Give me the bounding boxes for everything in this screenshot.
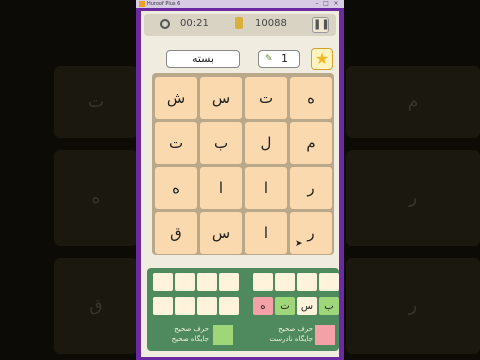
grid-cell[interactable]: س [200, 212, 242, 254]
background-letter: ق [89, 296, 103, 316]
grid-cell[interactable]: ا [200, 167, 242, 209]
empty-slot [175, 297, 195, 315]
background-letter: ت [87, 92, 104, 112]
background-letter: م [407, 92, 419, 112]
answer-slot: س [297, 297, 317, 315]
answer-slot: ه [253, 297, 273, 315]
grid-cell[interactable]: ت [245, 77, 287, 119]
empty-slot [253, 273, 273, 291]
background-tile: ه [54, 150, 136, 246]
minimize-icon[interactable]: – [314, 1, 320, 7]
app-window: Huroof Plus 6 – □ × 00:21 10088 ❚❚ بسته … [136, 0, 344, 360]
game-area: 00:21 10088 ❚❚ بسته ✎ 1 ★ ه ت س ش م ل ب … [141, 11, 339, 357]
legend-wrong-position: جایگاه نادرست [269, 335, 313, 343]
background-tile: م [346, 66, 480, 138]
background-tile: ر [346, 150, 480, 246]
background-left: ت ه ق [0, 0, 136, 360]
empty-slot [219, 273, 239, 291]
grid-cell[interactable]: م [290, 122, 332, 164]
grid-cell[interactable]: ا [245, 167, 287, 209]
hint-count: 1 [281, 52, 288, 65]
legend-pink-swatch [315, 325, 335, 345]
legend-correct-letter: حرف صحیح [278, 325, 313, 333]
key-icon: ✎ [265, 54, 273, 64]
clock-icon [160, 19, 170, 29]
grid-cell[interactable]: ق [155, 212, 197, 254]
empty-slot [275, 273, 295, 291]
empty-slot [153, 297, 173, 315]
empty-slot [153, 273, 173, 291]
grid-cell[interactable]: ل [245, 122, 287, 164]
grid-cell[interactable]: ه [155, 167, 197, 209]
hint-counter[interactable]: ✎ 1 [258, 50, 300, 68]
empty-slot [219, 297, 239, 315]
empty-slot [297, 273, 317, 291]
coin-count: 10088 [255, 18, 287, 29]
app-icon [139, 1, 145, 7]
pause-button[interactable]: ❚❚ [312, 17, 330, 33]
background-tile: ت [54, 66, 136, 138]
grid-cell[interactable]: ا [245, 212, 287, 254]
maximize-icon[interactable]: □ [323, 1, 329, 7]
letter-grid: ه ت س ش م ل ب ت ر ا ا ه ر ا س ق ➤ [152, 73, 334, 255]
answer-slot: ب [319, 297, 339, 315]
mouse-cursor-icon: ➤ [295, 239, 303, 249]
empty-slot [319, 273, 339, 291]
background-tile: ر [346, 258, 480, 354]
legend-correct-position: جایگاه صحیح [171, 335, 209, 343]
background-letter: ه [91, 188, 101, 208]
legend-green-swatch [213, 325, 233, 345]
grid-cell[interactable]: ش [155, 77, 197, 119]
grid-cell[interactable]: س [200, 77, 242, 119]
answer-slot: ت [275, 297, 295, 315]
grid-cell[interactable]: ر [290, 167, 332, 209]
star-button[interactable]: ★ [311, 48, 333, 70]
background-right: م ر ر [344, 0, 480, 360]
grid-cell[interactable]: ب [200, 122, 242, 164]
star-icon: ★ [314, 49, 330, 68]
current-word: بسته [166, 50, 240, 68]
guess-panel: ه ت س ب حرف صحیح جایگاه صحیح حرف صحیح جا… [147, 268, 339, 351]
grid-cell[interactable]: ه [290, 77, 332, 119]
close-icon[interactable]: × [333, 1, 339, 7]
legend-correct-letter: حرف صحیح [174, 325, 209, 333]
window-title: Huroof Plus 6 [147, 1, 181, 7]
grid-cell[interactable]: ت [155, 122, 197, 164]
background-letter: ر [408, 188, 418, 208]
empty-slot [175, 273, 195, 291]
background-tile: ق [54, 258, 136, 354]
status-bar: 00:21 10088 ❚❚ [144, 14, 336, 36]
timer: 00:21 [180, 18, 209, 29]
empty-slot [197, 273, 217, 291]
coin-icon [235, 17, 243, 29]
title-bar: Huroof Plus 6 – □ × [136, 0, 344, 8]
background-letter: ر [408, 296, 418, 316]
empty-slot [197, 297, 217, 315]
